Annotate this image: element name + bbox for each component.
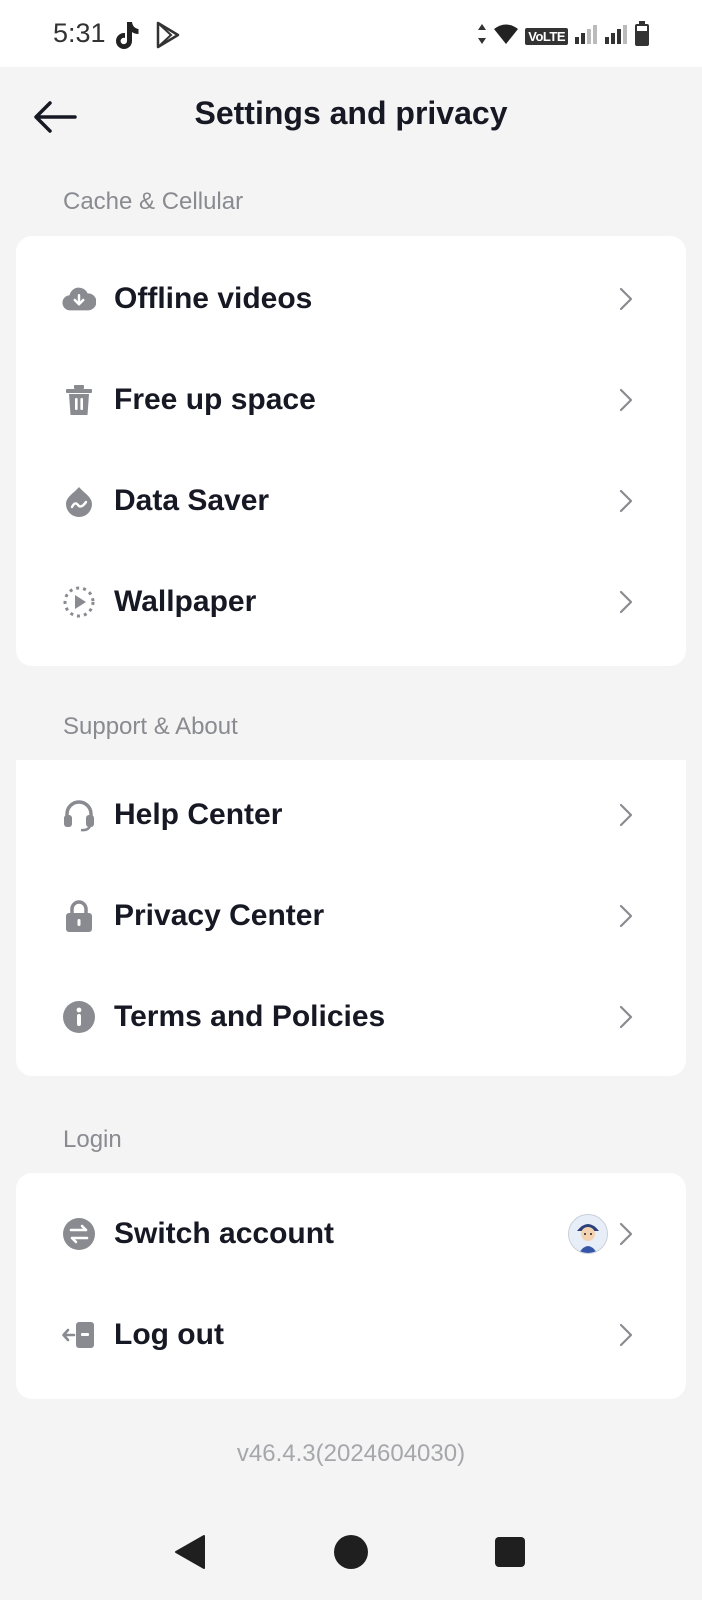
wifi-icon <box>493 23 519 50</box>
chevron-right-icon <box>616 801 636 829</box>
settings-row-data-saver[interactable]: Data Saver <box>16 450 686 551</box>
nav-home-button[interactable] <box>329 1532 373 1576</box>
switch-icon <box>62 1217 96 1251</box>
signal-icon <box>604 23 628 50</box>
section-label-login: Login <box>63 1126 122 1153</box>
settings-row-label: Privacy Center <box>114 898 325 932</box>
app-version: v46.4.3(2024604030) <box>236 1440 466 1467</box>
chevron-right-icon <box>616 902 636 930</box>
settings-row-log-out[interactable]: Log out <box>16 1284 686 1385</box>
page-title: Settings and privacy <box>194 95 508 131</box>
volte-badge: VoLTE <box>525 28 568 45</box>
settings-row-switch-account[interactable]: Switch account <box>16 1183 686 1284</box>
lock-icon <box>62 899 96 933</box>
settings-row-label: Log out <box>114 1317 224 1351</box>
settings-row-terms-policies[interactable]: Terms and Policies <box>16 966 686 1067</box>
triangle-back-icon <box>173 1534 207 1575</box>
chevron-right-icon <box>616 285 636 313</box>
signal-icon <box>574 23 598 50</box>
settings-row-privacy-center[interactable]: Privacy Center <box>16 865 686 966</box>
status-bar: 5:31 VoLTE <box>0 0 702 67</box>
chevron-right-icon <box>616 386 636 414</box>
card-cache-cellular: Offline videos Free up space Data Saver … <box>16 236 686 666</box>
square-recents-icon <box>493 1535 527 1574</box>
status-time: 5:31 <box>53 18 106 48</box>
cloud-download-icon <box>62 282 96 316</box>
nav-recents-button[interactable] <box>488 1532 532 1576</box>
chevron-right-icon <box>616 487 636 515</box>
logout-icon <box>62 1318 96 1352</box>
section-label-cache-cellular: Cache & Cellular <box>63 188 244 215</box>
system-nav-bar <box>0 1506 702 1600</box>
settings-row-label: Wallpaper <box>114 584 257 618</box>
header: Settings and privacy <box>0 67 702 167</box>
settings-row-offline-videos[interactable]: Offline videos <box>16 248 686 349</box>
card-support-about: Help Center Privacy Center Terms and Pol… <box>16 760 686 1076</box>
chevron-right-icon <box>616 588 636 616</box>
settings-row-label: Data Saver <box>114 483 270 517</box>
info-icon <box>62 1000 96 1034</box>
battery-icon <box>634 21 650 52</box>
settings-row-label: Free up space <box>114 382 316 416</box>
nav-back-button[interactable] <box>168 1532 212 1576</box>
chevron-right-icon <box>616 1220 636 1248</box>
settings-row-free-up-space[interactable]: Free up space <box>16 349 686 450</box>
status-icons: VoLTE <box>477 21 650 52</box>
settings-row-label: Terms and Policies <box>114 999 386 1033</box>
section-label-support-about: Support & About <box>63 713 238 740</box>
play-store-icon <box>154 20 182 55</box>
data-arrows-icon <box>477 23 487 50</box>
status-app-icons <box>112 20 182 55</box>
wallpaper-icon <box>62 585 96 619</box>
chevron-right-icon <box>616 1003 636 1031</box>
settings-row-label: Offline videos <box>114 281 313 315</box>
trash-icon <box>62 383 96 417</box>
data-saver-icon <box>62 484 96 518</box>
settings-row-wallpaper[interactable]: Wallpaper <box>16 551 686 652</box>
settings-row-help-center[interactable]: Help Center <box>16 764 686 865</box>
chevron-right-icon <box>616 1321 636 1349</box>
headset-icon <box>62 798 96 832</box>
tiktok-icon <box>112 20 140 55</box>
card-login: Switch account Log out <box>16 1173 686 1399</box>
settings-row-label: Help Center <box>114 797 283 831</box>
circle-home-icon <box>333 1534 369 1575</box>
settings-row-label: Switch account <box>114 1216 335 1250</box>
avatar <box>568 1213 608 1254</box>
